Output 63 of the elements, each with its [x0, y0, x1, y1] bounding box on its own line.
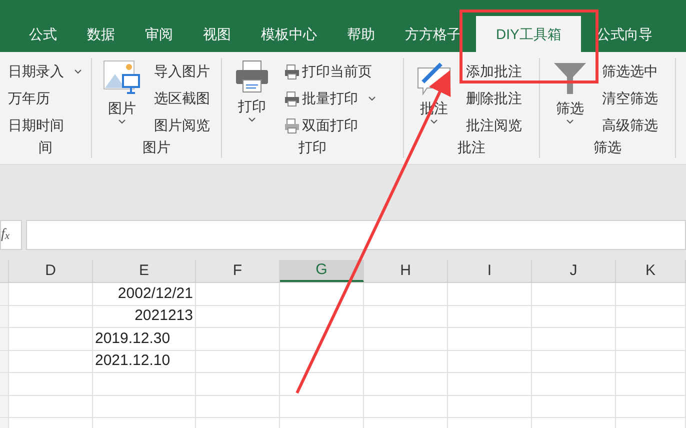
row-header[interactable]	[0, 306, 9, 327]
column-header[interactable]: G	[280, 260, 364, 282]
ribbon-tab[interactable]: 模板中心	[246, 16, 332, 52]
ribbon-menu-item[interactable]: 添加批注	[466, 60, 522, 83]
ribbon-menu-item[interactable]: 高级筛选	[602, 114, 658, 137]
caret-icon	[566, 119, 574, 124]
comment-icon	[415, 60, 453, 96]
ribbon-menu-item[interactable]: 双面打印	[284, 114, 376, 137]
ribbon-menu-item[interactable]: 批量打印	[284, 87, 376, 110]
ribbon-tab[interactable]: 公式	[14, 16, 72, 52]
ribbon-menu-item[interactable]: 日期时间	[8, 114, 82, 137]
ribbon-group-label: 批注	[458, 138, 486, 157]
ribbon-menu-item[interactable]: 导入图片	[154, 60, 210, 83]
ribbon-menu-item[interactable]: 筛选选中	[602, 60, 658, 83]
ribbon-menu-item[interactable]: 图片阅览	[154, 114, 210, 137]
ribbon-big-button[interactable]: 筛选	[546, 60, 594, 137]
ribbon-tab[interactable]: DIY工具箱	[476, 16, 582, 52]
table-cell-text: 2019.12.30	[94, 328, 172, 348]
column-header[interactable]: E	[93, 260, 196, 282]
row-header[interactable]	[0, 328, 9, 350]
ribbon-menu-item[interactable]: 选区截图	[154, 87, 210, 110]
caret-icon	[430, 119, 438, 124]
ribbon-menu-item[interactable]: 批注阅览	[466, 114, 522, 137]
ribbon-tab[interactable]: 审阅	[130, 16, 188, 52]
picture-icon	[103, 60, 141, 96]
formula-input-field[interactable]	[26, 220, 686, 250]
caret-icon	[74, 69, 82, 74]
ribbon-group-label: 筛选	[594, 138, 622, 157]
printer-icon	[284, 90, 300, 106]
caret-icon	[118, 119, 126, 124]
table-cell-text: 2021213	[134, 306, 194, 326]
table-cell-text: 2021.12.10	[94, 351, 172, 371]
ribbon-group-label: 间	[38, 138, 52, 157]
table-cell-text: 2002/12/21	[116, 284, 194, 304]
caret-icon	[368, 96, 376, 101]
ribbon-big-button[interactable]: 图片	[98, 60, 146, 137]
ribbon-group-label: 打印	[298, 138, 326, 157]
ribbon-menu-item[interactable]: 日期录入	[8, 60, 82, 83]
filter-icon	[552, 60, 588, 96]
row-header[interactable]	[0, 373, 9, 394]
ribbon-tab[interactable]: 方方格子	[390, 16, 476, 52]
ribbon-menu-item[interactable]: 万年历	[8, 87, 82, 110]
caret-icon	[248, 117, 256, 122]
column-header[interactable]: K	[616, 260, 686, 282]
column-header[interactable]: I	[448, 260, 532, 282]
ribbon-group-label: 图片	[142, 138, 170, 157]
row-header[interactable]	[0, 396, 9, 417]
ribbon-big-button[interactable]: 打印	[228, 60, 276, 137]
ribbon-tab[interactable]: 数据	[72, 16, 130, 52]
row-header[interactable]	[0, 283, 9, 304]
row-header[interactable]	[0, 350, 9, 372]
printer-icon	[284, 118, 300, 134]
column-header[interactable]: J	[532, 260, 616, 282]
column-header[interactable]: D	[9, 260, 93, 282]
ribbon-tab[interactable]: 视图	[188, 16, 246, 52]
column-header[interactable]: H	[364, 260, 448, 282]
printer-icon	[234, 60, 270, 94]
ribbon-menu-item[interactable]: 清空筛选	[602, 87, 658, 110]
ribbon-menu-item[interactable]: 删除批注	[466, 87, 522, 110]
function-label: f$_{x}$	[0, 220, 22, 250]
printer-icon	[284, 64, 300, 80]
ribbon-tab[interactable]: 帮助	[332, 16, 390, 52]
ribbon-menu-item[interactable]: 打印当前页	[284, 60, 376, 83]
